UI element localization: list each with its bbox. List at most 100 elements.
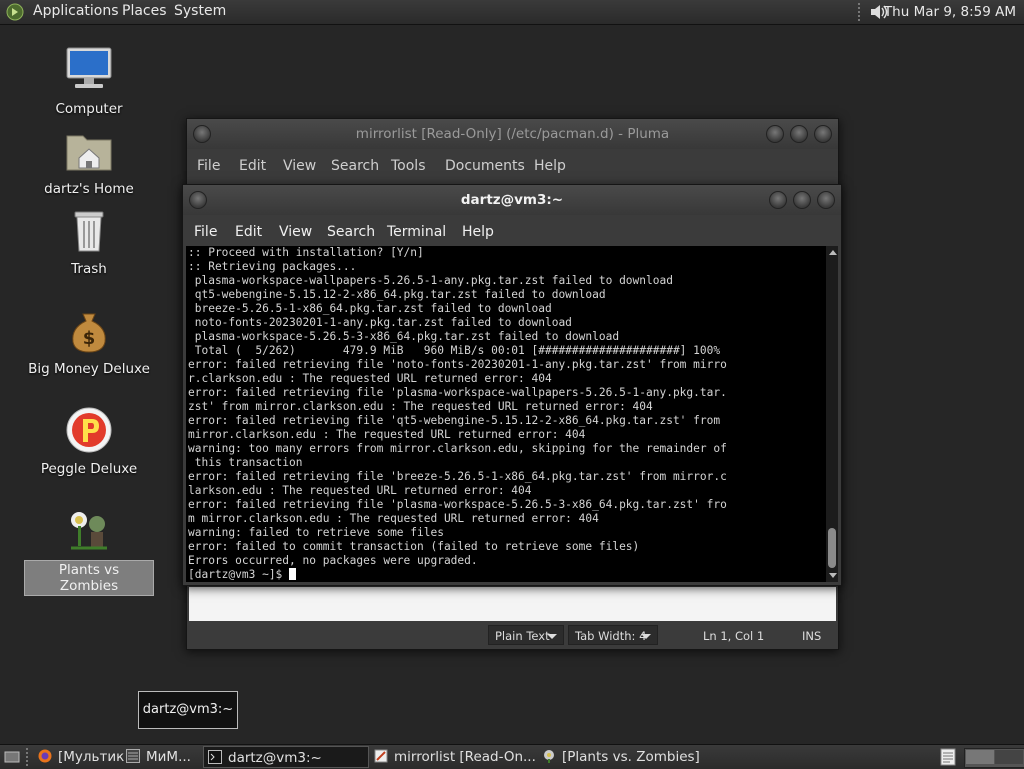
terminal-line: warning: too many errors from mirror.cla… [188, 442, 727, 455]
window-menu-icon[interactable] [193, 125, 211, 143]
terminal-menu-file[interactable]: File [194, 224, 217, 240]
scrollbar-thumb[interactable] [828, 528, 836, 568]
taskbar-item-label: МиМ... [146, 749, 191, 765]
trash-icon [74, 211, 104, 252]
pluma-menu-edit[interactable]: Edit [239, 158, 266, 174]
terminal-menu-terminal[interactable]: Terminal [387, 224, 446, 240]
terminal-prompt-line[interactable]: [dartz@vm3 ~]$ [188, 568, 826, 582]
workspace-1[interactable] [966, 750, 994, 764]
language-select[interactable]: Plain Text [488, 625, 564, 645]
terminal-line: warning: failed to retrieve some files [188, 526, 444, 539]
desktop-icon-label: Trash [71, 261, 107, 277]
panel-separator [858, 3, 864, 21]
desktop-icon-label: dartz's Home [44, 181, 134, 197]
pluma-menubar: File Edit View Search Tools Documents He… [187, 151, 838, 181]
text-cursor [289, 568, 297, 580]
top-panel: Applications Places System Thu Mar 9, 8:… [0, 0, 1024, 25]
terminal-window[interactable]: dartz@vm3:~ File Edit View Search Termin… [182, 184, 842, 586]
notes-applet-icon[interactable] [940, 748, 956, 766]
desktop-icon-computer[interactable]: Computer [24, 46, 154, 118]
desktop-icon-big-money[interactable]: $ Big Money Deluxe [24, 306, 154, 378]
text-editor-icon [374, 749, 388, 763]
system-menu[interactable]: System [174, 3, 226, 19]
taskbar-item[interactable]: [Мультик [38, 746, 124, 768]
terminal-line: error: failed retrieving file 'breeze-5.… [188, 470, 727, 483]
pluma-menu-file[interactable]: File [197, 158, 220, 174]
terminal-line: Total ( 5/262) 479.9 MiB 960 MiB/s 00:01… [188, 344, 721, 357]
terminal-screen[interactable]: :: Proceed with installation? [Y/n]:: Re… [186, 246, 826, 582]
terminal-menu-help[interactable]: Help [462, 224, 494, 240]
desktop-icon-peggle[interactable]: Peggle Deluxe [24, 406, 154, 478]
pluma-title: mirrorlist [Read-Only] (/etc/pacman.d) -… [355, 126, 670, 142]
insert-mode: INS [802, 629, 822, 643]
terminal-line: error: failed retrieving file 'qt5-weben… [188, 414, 727, 427]
image-viewer-icon [126, 749, 140, 763]
pluma-menu-help[interactable]: Help [534, 158, 566, 174]
chevron-down-icon [547, 634, 557, 639]
places-menu[interactable]: Places [122, 3, 167, 19]
terminal-line: plasma-workspace-wallpapers-5.26.5-1-any… [188, 274, 673, 287]
plants-vs-zombies-icon [71, 512, 107, 550]
taskbar-item[interactable]: МиМ... [126, 746, 200, 768]
desktop-icon-plants-vs-zombies[interactable]: Plants vs Zombies [24, 506, 154, 596]
desktop-icon-trash[interactable]: Trash [24, 206, 154, 278]
clock[interactable]: Thu Mar 9, 8:59 AM [884, 4, 1016, 20]
pluma-menu-tools[interactable]: Tools [391, 158, 426, 174]
terminal-menu-view[interactable]: View [279, 224, 312, 240]
terminal-line: error: failed to commit transaction (fai… [188, 540, 640, 553]
desktop-icon-label: Plants vs Zombies [24, 560, 154, 596]
window-menu-icon[interactable] [189, 191, 207, 209]
tab-width-select[interactable]: Tab Width: 4 [568, 625, 658, 645]
tab-width-value: Tab Width: 4 [575, 629, 647, 643]
terminal-icon [208, 750, 222, 764]
pluma-titlebar[interactable]: mirrorlist [Read-Only] (/etc/pacman.d) -… [187, 119, 838, 149]
money-bag-icon: $ [72, 313, 106, 353]
computer-icon [66, 47, 112, 88]
terminal-line: zst' from mirror.clarkson.edu : The requ… [188, 400, 653, 413]
taskbar-tooltip: dartz@vm3:~ [138, 691, 238, 729]
terminal-menubar: File Edit View Search Terminal Help [183, 217, 841, 247]
taskbar-item-label: [Мультик [58, 749, 124, 765]
taskbar-item-label: mirrorlist [Read-On... [394, 749, 536, 765]
taskbar-item-label: dartz@vm3:~ [228, 750, 322, 766]
close-icon[interactable] [817, 191, 835, 209]
pluma-text-area[interactable] [189, 587, 836, 621]
applications-menu[interactable]: Applications [33, 3, 119, 19]
minimize-icon[interactable] [769, 191, 787, 209]
scroll-up-icon[interactable] [829, 250, 837, 255]
taskbar-item[interactable]: [Plants vs. Zombies] [542, 746, 702, 768]
workspace-2[interactable] [995, 750, 1023, 764]
taskbar-item[interactable]: mirrorlist [Read-On... [374, 746, 538, 768]
maximize-icon[interactable] [793, 191, 811, 209]
scroll-down-icon[interactable] [829, 573, 837, 578]
pluma-menu-documents[interactable]: Documents [445, 158, 525, 174]
terminal-menu-search[interactable]: Search [327, 224, 375, 240]
terminal-line: larkson.edu : The requested URL returned… [188, 484, 532, 497]
minimize-icon[interactable] [766, 125, 784, 143]
mate-logo-icon[interactable] [6, 3, 24, 21]
firefox-icon [38, 749, 52, 763]
terminal-output: :: Proceed with installation? [Y/n]:: Re… [186, 246, 826, 582]
terminal-titlebar[interactable]: dartz@vm3:~ [183, 185, 841, 215]
terminal-title: dartz@vm3:~ [460, 192, 564, 208]
workspace-switcher[interactable] [964, 748, 1024, 768]
language-value: Plain Text [495, 629, 550, 643]
desktop-icon-label: Big Money Deluxe [28, 361, 150, 377]
terminal-line: m mirror.clarkson.edu : The requested UR… [188, 512, 599, 525]
taskbar-item-active[interactable]: dartz@vm3:~ [203, 746, 369, 768]
close-icon[interactable] [814, 125, 832, 143]
maximize-icon[interactable] [790, 125, 808, 143]
desktop-icon-label: Computer [55, 101, 123, 117]
terminal-menu-edit[interactable]: Edit [235, 224, 262, 240]
show-desktop-icon[interactable] [4, 749, 20, 765]
desktop-icon-home[interactable]: dartz's Home [24, 126, 154, 198]
svg-text:$: $ [83, 328, 96, 349]
pluma-menu-view[interactable]: View [283, 158, 316, 174]
terminal-line: r.clarkson.edu : The requested URL retur… [188, 372, 552, 385]
taskbar-item-label: [Plants vs. Zombies] [562, 749, 700, 765]
terminal-scrollbar[interactable] [826, 246, 838, 582]
plants-vs-zombies-icon [544, 750, 554, 763]
bottom-taskbar: [Мультик МиМ... dartz@vm3:~ mirrorlist [… [0, 744, 1024, 769]
peggle-icon [66, 407, 112, 453]
pluma-menu-search[interactable]: Search [331, 158, 379, 174]
